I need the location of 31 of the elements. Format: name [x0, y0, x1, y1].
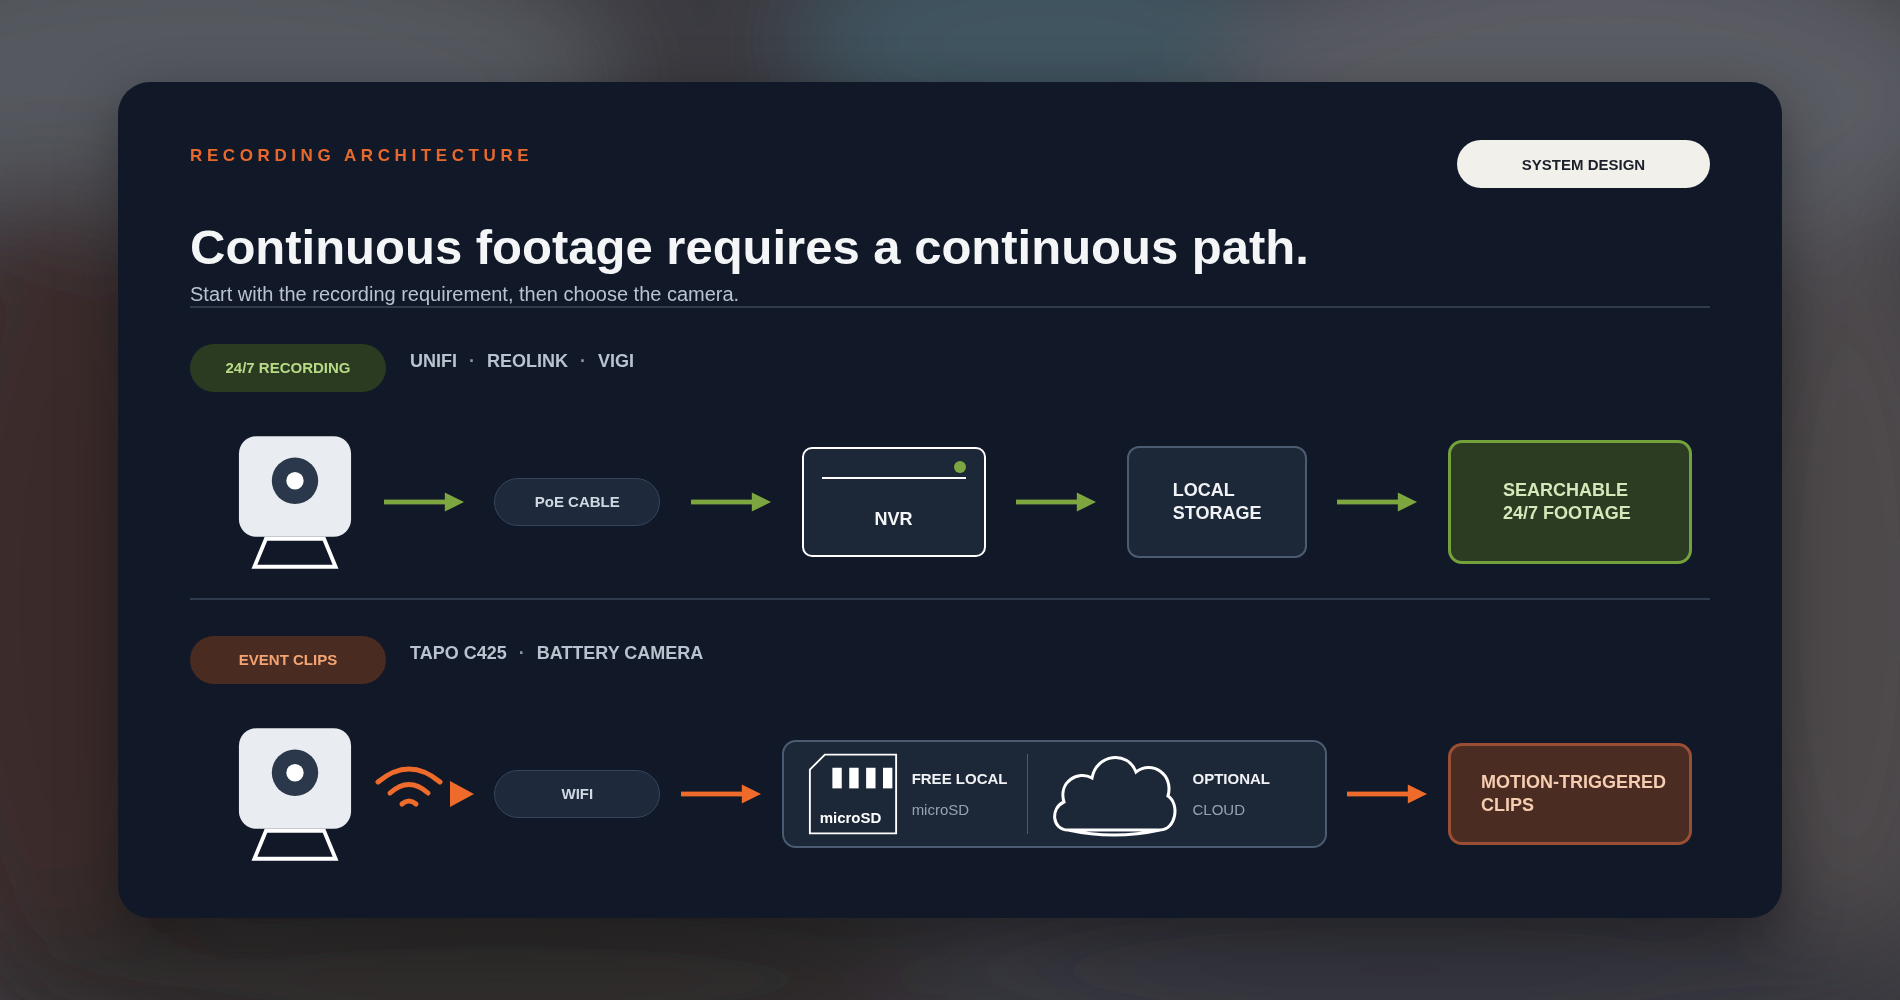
arrowhead-icon: [449, 780, 474, 807]
mode-tag: EVENT CLIPS: [190, 635, 386, 684]
connection-label: WIFI: [494, 769, 661, 818]
separator-dot: ·: [518, 643, 525, 665]
result-label: MOTION-TRIGGERED: [1480, 771, 1667, 794]
storage-subtitle: microSD: [911, 800, 971, 818]
section-eyebrow: RECORDING ARCHITECTURE: [190, 146, 534, 166]
box-label: STORAGE: [1172, 501, 1263, 525]
storage-title: OPTIONAL: [1192, 769, 1270, 787]
separator-dot: ·: [469, 351, 475, 373]
sd-card-icon: [807, 751, 898, 836]
storage-title: FREE LOCAL: [911, 769, 1008, 787]
brand-name: TAPO C425: [410, 643, 507, 665]
result-label: SEARCHABLE: [1503, 479, 1629, 502]
brand-name: REOLINK: [487, 351, 568, 373]
status-light-icon: [953, 460, 966, 473]
category-tag: SYSTEM DESIGN: [1457, 140, 1710, 188]
result-label: 24/7 FOOTAGE: [1503, 501, 1632, 525]
storage-subtitle: CLOUD: [1192, 800, 1246, 818]
brand-name: UNIFI: [410, 351, 457, 373]
box-label: LOCAL: [1172, 479, 1236, 502]
connection-label: PoE CABLE: [494, 477, 661, 526]
device-label: NVR: [874, 508, 913, 530]
separator-dot: ·: [580, 351, 586, 373]
mode-tag: 24/7 RECORDING: [190, 343, 386, 392]
brand-name: BATTERY CAMERA: [536, 643, 704, 665]
subtitle: Start with the recording requirement, then choose the camera.: [190, 282, 741, 306]
result-label: CLIPS: [1480, 793, 1535, 817]
brand-name: VIGI: [598, 351, 634, 373]
card-label: microSD: [819, 808, 882, 826]
headline: Continuous footage requires a continuous path.: [190, 219, 1310, 276]
